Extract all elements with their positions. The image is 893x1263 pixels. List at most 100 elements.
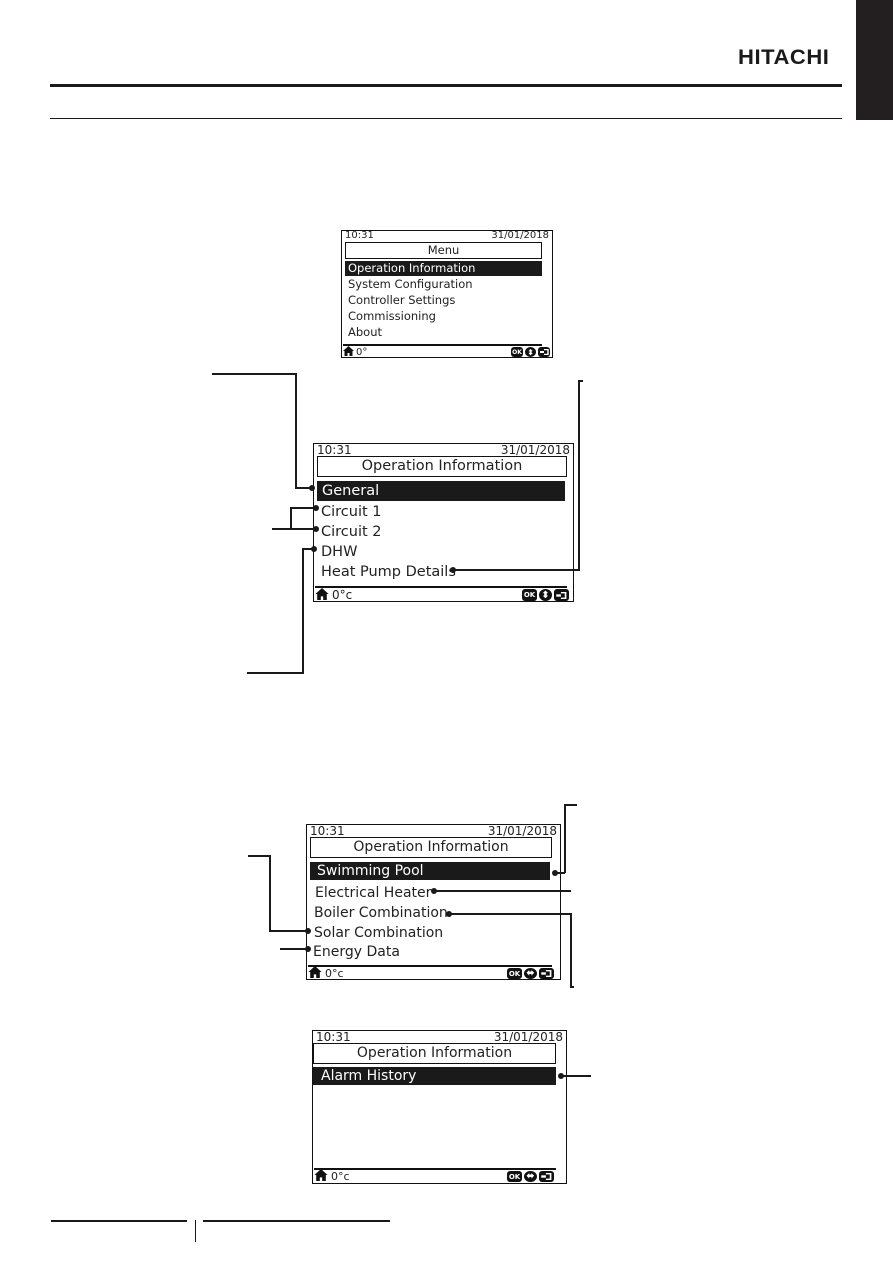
- footer-status: 0°c: [314, 1169, 350, 1183]
- ok-icon[interactable]: OK: [511, 347, 523, 357]
- menu-item-swimming-pool[interactable]: Swimming Pool: [310, 862, 550, 880]
- callout-swimming-pool-vertical: [564, 804, 566, 873]
- callout-boiler-vertical: [570, 913, 572, 987]
- clock: 10:31: [316, 1030, 351, 1044]
- up-down-arrows-icon[interactable]: ⬍: [525, 347, 536, 357]
- callout-general-vertical: [295, 373, 297, 488]
- menu-item-about[interactable]: About: [345, 325, 545, 340]
- header-rule-bottom: [50, 118, 842, 119]
- menu-item-controller-settings[interactable]: Controller Settings: [345, 293, 545, 308]
- menu-screen: 10:31 31/01/2018 Menu Operation Informat…: [341, 230, 553, 358]
- callout-solar-horizontal: [269, 930, 309, 932]
- footer-buttons: OK ⬍: [511, 347, 550, 357]
- menu-item-alarm-history[interactable]: Alarm History: [313, 1067, 556, 1085]
- menu-item-heat-pump-details[interactable]: Heat Pump Details: [317, 562, 566, 582]
- home-icon: [343, 345, 354, 358]
- callout-dot-general: [309, 485, 315, 491]
- back-icon[interactable]: [554, 589, 569, 601]
- outdoor-temperature: 0°: [356, 346, 368, 358]
- footer-rule-divider: [195, 1220, 196, 1242]
- callout-circuits-vertical: [290, 508, 292, 530]
- menu-item-operation-information[interactable]: Operation Information: [345, 261, 542, 276]
- clock: 10:31: [317, 443, 352, 457]
- callout-general: [212, 373, 296, 375]
- date: 31/01/2018: [493, 1030, 563, 1044]
- footer-status: 0°c: [315, 587, 353, 602]
- date: 31/01/2018: [487, 824, 557, 838]
- clock: 10:31: [310, 824, 345, 838]
- callout-dhw: [247, 672, 304, 674]
- callout-dhw-vertical: [302, 548, 304, 674]
- callout-solar-vertical: [269, 855, 271, 931]
- menu-item-solar-combination[interactable]: Solar Combination: [310, 923, 553, 943]
- callout-swimming-pool: [564, 804, 577, 806]
- callout-dot-electrical-heater: [431, 888, 437, 894]
- menu-item-circuit-2[interactable]: Circuit 2: [317, 522, 566, 542]
- outdoor-temperature: 0°c: [332, 588, 353, 602]
- chapter-tab: [856, 0, 893, 120]
- left-right-arrows-icon[interactable]: ⬌: [524, 1171, 537, 1182]
- callout-dot-circuit-1: [313, 505, 319, 511]
- back-icon[interactable]: [539, 1171, 554, 1182]
- callout-swimming-pool-horizontal: [557, 872, 565, 874]
- footer-divider: [314, 1168, 556, 1170]
- back-icon[interactable]: [538, 347, 550, 357]
- outdoor-temperature: 0°c: [331, 1170, 350, 1183]
- callout-boiler-end: [570, 986, 574, 988]
- operation-info-screen-2: 10:31 31/01/2018 Operation Information S…: [306, 824, 561, 980]
- footer-rule-right: [203, 1220, 390, 1222]
- callout-electrical-heater: [436, 890, 571, 892]
- left-right-arrows-icon[interactable]: ⬌: [524, 968, 537, 979]
- callout-alarm-history: [563, 1075, 591, 1077]
- callout-heat-pump-horizontal: [455, 569, 580, 571]
- menu-item-commissioning[interactable]: Commissioning: [345, 309, 545, 324]
- back-icon[interactable]: [539, 968, 554, 979]
- clock: 10:31: [345, 230, 374, 241]
- footer-status: 0°c: [308, 966, 344, 980]
- ok-icon[interactable]: OK: [507, 1171, 522, 1182]
- ok-icon[interactable]: OK: [507, 968, 522, 979]
- callout-dot-dhw: [311, 546, 317, 552]
- operation-info-screen-1: 10:31 31/01/2018 Operation Information G…: [313, 443, 574, 602]
- screen-title: Operation Information: [317, 456, 567, 477]
- footer-divider: [308, 965, 552, 967]
- callout-energy-data: [280, 948, 308, 950]
- menu-item-circuit-1[interactable]: Circuit 1: [317, 502, 566, 522]
- up-down-arrows-icon[interactable]: ⬍: [539, 589, 552, 601]
- footer-buttons: OK ⬍: [522, 589, 569, 601]
- callout-boiler-combination: [451, 913, 571, 915]
- callout-dot-heat-pump-details: [450, 567, 456, 573]
- menu-item-general[interactable]: General: [317, 481, 565, 501]
- screen-title: Operation Information: [310, 837, 552, 858]
- callout-dot-circuit-2: [313, 526, 319, 532]
- menu-item-dhw[interactable]: DHW: [317, 542, 566, 562]
- home-icon: [315, 587, 329, 602]
- brand-logo: HITACHI: [738, 46, 830, 69]
- callout-circuits: [272, 528, 291, 530]
- callout-dot-alarm-history: [558, 1073, 564, 1079]
- callout-dot-swimming-pool: [552, 870, 558, 876]
- screen-title: Operation Information: [313, 1043, 556, 1064]
- home-icon: [308, 966, 322, 979]
- footer-status: 0°: [343, 345, 368, 358]
- screen-title: Menu: [345, 242, 542, 259]
- menu-item-energy-data[interactable]: Energy Data: [310, 942, 553, 962]
- callout-dot-boiler-combination: [446, 911, 452, 917]
- outdoor-temperature: 0°c: [325, 967, 344, 980]
- callout-heat-pump-vertical: [578, 380, 580, 570]
- callout-dot-solar-combination: [305, 928, 311, 934]
- date: 31/01/2018: [500, 443, 570, 457]
- operation-info-screen-3: 10:31 31/01/2018 Operation Information A…: [312, 1030, 567, 1184]
- footer-rule-left: [51, 1220, 187, 1222]
- home-icon: [314, 1169, 328, 1183]
- footer-divider: [343, 344, 542, 346]
- menu-item-system-configuration[interactable]: System Configuration: [345, 277, 545, 292]
- footer-buttons: OK ⬌: [507, 968, 554, 979]
- callout-dot-energy-data: [305, 946, 311, 952]
- date: 31/01/2018: [491, 230, 549, 241]
- ok-icon[interactable]: OK: [522, 589, 537, 601]
- footer-buttons: OK ⬌: [507, 1171, 554, 1182]
- header-rule-top: [50, 84, 842, 87]
- footer-divider: [315, 586, 567, 588]
- callout-solar: [248, 855, 270, 857]
